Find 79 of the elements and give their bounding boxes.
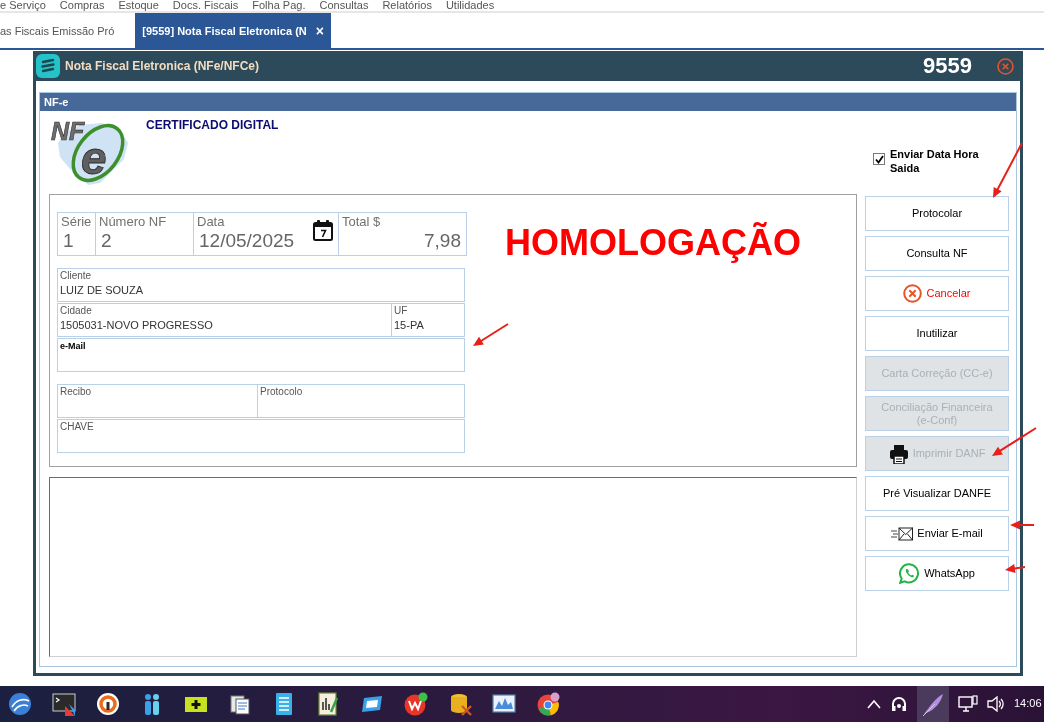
tab[interactable]: as Fiscais Emissão Pró bbox=[0, 13, 122, 48]
field-label: UF bbox=[394, 305, 408, 317]
input-field[interactable]: e-Mail bbox=[57, 338, 465, 372]
field-label: Data bbox=[197, 214, 225, 230]
field-value: LUIZ DE SOUZA bbox=[60, 284, 144, 297]
checkbox[interactable] bbox=[873, 153, 885, 165]
monitor-icon[interactable] bbox=[958, 695, 978, 713]
checkbox-label[interactable]: Enviar Data Hora Saida bbox=[890, 147, 988, 175]
clock: 14:06 bbox=[1014, 697, 1043, 709]
browser-icon[interactable] bbox=[536, 692, 560, 716]
menu-item[interactable]: Consultas bbox=[319, 0, 369, 11]
menu-item[interactable]: Relatórios bbox=[382, 0, 432, 11]
tab-close-button[interactable]: × bbox=[315, 22, 324, 39]
action-button[interactable]: Pré Visualizar DANFE bbox=[865, 476, 1009, 511]
input-field[interactable]: CHAVE bbox=[57, 419, 465, 453]
panel-title: NF-e bbox=[40, 93, 1016, 111]
field-label: Protocolo bbox=[260, 386, 303, 398]
action-button[interactable]: WhatsApp bbox=[865, 556, 1009, 591]
action-button[interactable]: Cancelar bbox=[865, 276, 1009, 311]
field-value: 1505031-NOVO PROGRESSO bbox=[60, 319, 213, 332]
menu-item[interactable]: Folha Pag. bbox=[252, 0, 306, 11]
field-label: Recibo bbox=[60, 386, 92, 398]
notebook-icon[interactable] bbox=[316, 692, 340, 716]
input-field[interactable]: Data 12/05/2025 bbox=[193, 212, 339, 256]
field-label: Cidade bbox=[60, 305, 92, 317]
close-icon[interactable] bbox=[997, 57, 1014, 75]
field-label: e-Mail bbox=[60, 340, 86, 352]
field-label: CHAVE bbox=[60, 421, 94, 433]
tab-label: as Fiscais Emissão Pró bbox=[0, 24, 115, 37]
field-value: 12/05/2025 bbox=[198, 230, 296, 252]
printer-icon bbox=[888, 443, 909, 464]
input-field[interactable]: Cliente LUIZ DE SOUZA bbox=[57, 268, 465, 302]
input-field[interactable]: Protocolo bbox=[257, 384, 465, 418]
environment-label: HOMOLOGAÇÃO bbox=[505, 222, 801, 264]
input-field[interactable]: Cidade 1505031-NOVO PROGRESSO bbox=[57, 303, 392, 337]
input-field[interactable]: Recibo bbox=[57, 384, 258, 418]
headset-icon[interactable] bbox=[890, 695, 908, 713]
field-value: 2 bbox=[100, 230, 113, 252]
tab-label: [9559] Nota Fiscal Eletronica (N bbox=[142, 24, 307, 37]
feather-icon[interactable] bbox=[917, 686, 949, 722]
action-button[interactable]: Enviar E-mail bbox=[865, 516, 1009, 551]
caret-up-icon[interactable] bbox=[867, 699, 881, 709]
window-number: 9559 bbox=[923, 53, 972, 79]
field-label: Total $ bbox=[342, 214, 381, 230]
menu-item[interactable]: Docs. Fiscais bbox=[172, 0, 239, 11]
action-button[interactable]: Inutilizar bbox=[865, 316, 1009, 351]
input-field[interactable]: UF 15-PA bbox=[391, 303, 465, 337]
logo-icon bbox=[36, 54, 60, 78]
certificate-label: CERTIFICADO DIGITAL bbox=[146, 118, 279, 132]
terminal-icon[interactable] bbox=[52, 692, 76, 716]
envelope-icon bbox=[891, 526, 914, 541]
field-value: 1 bbox=[62, 230, 75, 252]
action-button[interactable]: Protocolar bbox=[865, 196, 1009, 231]
menu-item[interactable]: Estoque bbox=[118, 0, 159, 11]
speaker-icon[interactable] bbox=[987, 696, 1005, 712]
field-label: Número NF bbox=[99, 214, 167, 230]
database-icon[interactable] bbox=[448, 692, 472, 716]
field-label: Série bbox=[61, 214, 92, 230]
field-value: 15-PA bbox=[394, 319, 424, 332]
document-stack-icon[interactable] bbox=[228, 692, 252, 716]
cancel-icon bbox=[903, 284, 923, 303]
globe-icon[interactable] bbox=[8, 692, 32, 716]
field-label: Cliente bbox=[60, 270, 92, 282]
chart-icon[interactable] bbox=[492, 692, 516, 716]
ring-icon[interactable] bbox=[96, 692, 120, 716]
circle-logo-icon[interactable] bbox=[404, 692, 428, 716]
menu-item[interactable]: e Serviço bbox=[0, 0, 46, 11]
phone-bubble-icon bbox=[899, 563, 921, 584]
action-button[interactable]: Consulta NF bbox=[865, 236, 1009, 271]
menu-item[interactable]: Utilidades bbox=[445, 0, 495, 11]
memo-field[interactable] bbox=[49, 477, 857, 657]
field-value: 7,98 bbox=[423, 230, 462, 252]
input-field[interactable]: Série 1 bbox=[57, 212, 96, 256]
input-field[interactable]: Número NF 2 bbox=[95, 212, 194, 256]
tab[interactable]: [9559] Nota Fiscal Eletronica (N × bbox=[135, 13, 331, 48]
calendar-icon[interactable] bbox=[313, 219, 333, 241]
menu-item[interactable]: Compras bbox=[59, 0, 105, 11]
input-field[interactable]: Total $ 7,98 bbox=[338, 212, 467, 256]
window-title: Nota Fiscal Eletronica (NFe/NFCe) bbox=[65, 59, 260, 73]
